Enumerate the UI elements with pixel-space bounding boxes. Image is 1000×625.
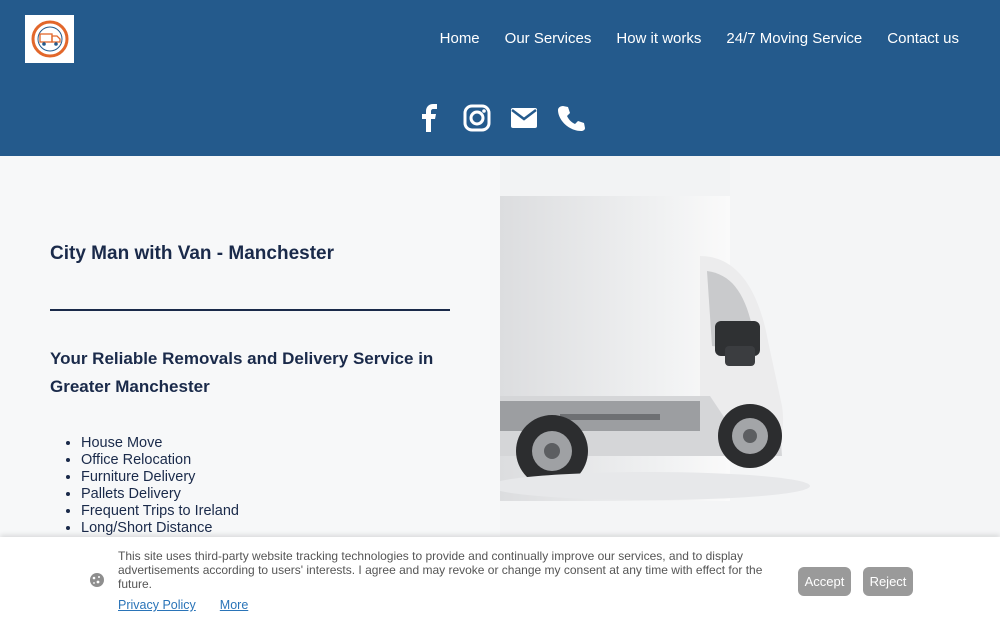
facebook-icon[interactable] [416,102,444,134]
van-photo [500,156,810,501]
nav-how-it-works[interactable]: How it works [616,30,701,47]
list-item: Frequent Trips to Ireland [81,503,239,520]
services-list: House Move Office Relocation Furniture D… [81,435,239,537]
hero-image-panel [500,156,1000,536]
cookie-links: Privacy Policy More [118,598,248,612]
title-divider [50,309,450,311]
list-item: Office Relocation [81,452,239,469]
page-title: City Man with Van - Manchester [50,243,334,264]
reject-button[interactable]: Reject [863,567,913,596]
cookie-notice-text: This site uses third-party website track… [118,549,763,591]
nav-24-7-moving-service[interactable]: 24/7 Moving Service [726,30,862,47]
list-item: Long/Short Distance [81,520,239,537]
nav-home[interactable]: Home [440,30,480,47]
list-item: House Move [81,435,239,452]
list-item: Furniture Delivery [81,469,239,486]
accept-button[interactable]: Accept [798,567,851,596]
instagram-icon[interactable] [463,102,491,134]
more-link[interactable]: More [220,598,248,612]
nav-contact-us[interactable]: Contact us [887,30,959,47]
nav-our-services[interactable]: Our Services [505,30,592,47]
cookie-icon [90,573,104,587]
van-logo-icon [31,20,68,58]
email-icon[interactable] [510,102,538,134]
phone-icon[interactable] [557,102,585,134]
social-links [416,102,585,134]
main-nav: Home Our Services How it works 24/7 Movi… [440,30,959,47]
site-header: Home Our Services How it works 24/7 Movi… [0,0,1000,156]
privacy-policy-link[interactable]: Privacy Policy [118,598,196,612]
site-logo[interactable] [25,15,74,63]
list-item: Pallets Delivery [81,486,239,503]
cookie-banner: This site uses third-party website track… [0,537,1000,625]
page-subtitle: Your Reliable Removals and Delivery Serv… [50,349,434,396]
